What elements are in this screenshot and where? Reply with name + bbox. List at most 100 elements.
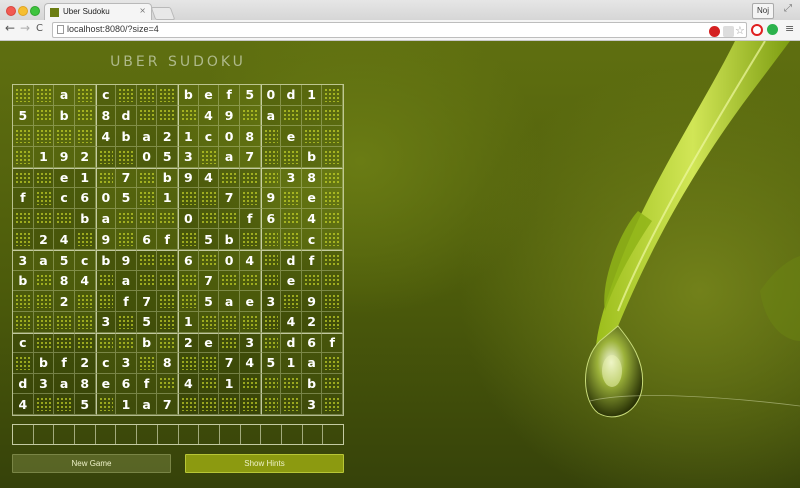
- sudoku-cell[interactable]: [33, 270, 55, 292]
- sudoku-cell[interactable]: [239, 373, 261, 395]
- sudoku-cell[interactable]: c: [95, 353, 117, 374]
- sudoku-cell[interactable]: [322, 146, 343, 168]
- sudoku-cell[interactable]: 5: [198, 291, 220, 312]
- sudoku-cell[interactable]: 2: [33, 229, 55, 250]
- sudoku-cell[interactable]: [178, 105, 199, 127]
- sudoku-cell[interactable]: 8: [239, 126, 261, 147]
- sudoku-cell[interactable]: 3: [116, 353, 137, 374]
- sudoku-cell[interactable]: [260, 394, 282, 415]
- sudoku-cell[interactable]: 9: [54, 146, 75, 168]
- sudoku-cell[interactable]: 7: [219, 188, 240, 209]
- sudoku-cell[interactable]: [95, 332, 117, 354]
- sudoku-cell[interactable]: e: [198, 85, 220, 106]
- sudoku-cell[interactable]: b: [54, 105, 75, 127]
- sudoku-cell[interactable]: [281, 291, 302, 312]
- sudoku-cell[interactable]: 4: [239, 250, 261, 271]
- sudoku-cell[interactable]: c: [198, 126, 220, 147]
- number-input-slot[interactable]: [13, 425, 34, 444]
- sudoku-cell[interactable]: [260, 311, 282, 333]
- new-tab-button[interactable]: [150, 7, 176, 20]
- sudoku-cell[interactable]: [178, 353, 199, 374]
- sudoku-cell[interactable]: [136, 353, 158, 374]
- sudoku-cell[interactable]: [178, 394, 199, 415]
- sudoku-cell[interactable]: 9: [219, 105, 240, 127]
- sudoku-cell[interactable]: 4: [95, 126, 117, 147]
- sudoku-cell[interactable]: [239, 270, 261, 292]
- sudoku-cell[interactable]: [95, 291, 117, 312]
- sudoku-cell[interactable]: [260, 126, 282, 147]
- sudoku-cell[interactable]: [281, 146, 302, 168]
- sudoku-cell[interactable]: 1: [178, 311, 199, 333]
- sudoku-cell[interactable]: f: [219, 85, 240, 106]
- sudoku-cell[interactable]: 3: [281, 167, 302, 189]
- sudoku-cell[interactable]: [157, 311, 178, 333]
- sudoku-cell[interactable]: [33, 188, 55, 209]
- sudoku-cell[interactable]: f: [239, 208, 261, 230]
- sudoku-cell[interactable]: 3: [33, 373, 55, 395]
- address-bar[interactable]: localhost:8080/?size=4 ☆: [52, 22, 747, 38]
- sudoku-cell[interactable]: [198, 311, 220, 333]
- number-input-slot[interactable]: [179, 425, 200, 444]
- sudoku-cell[interactable]: [260, 146, 282, 168]
- sudoku-cell[interactable]: a: [54, 85, 75, 106]
- sudoku-cell[interactable]: a: [116, 270, 137, 292]
- sudoku-cell[interactable]: [219, 167, 240, 189]
- sudoku-cell[interactable]: [301, 270, 323, 292]
- sudoku-cell[interactable]: [322, 105, 343, 127]
- sudoku-cell[interactable]: 1: [301, 85, 323, 106]
- sudoku-cell[interactable]: [54, 394, 75, 415]
- number-input-slot[interactable]: [323, 425, 343, 444]
- sudoku-cell[interactable]: [13, 126, 34, 147]
- number-input-slot[interactable]: [303, 425, 324, 444]
- sudoku-cell[interactable]: 6: [116, 373, 137, 395]
- sudoku-cell[interactable]: [136, 188, 158, 209]
- sudoku-cell[interactable]: [198, 146, 220, 168]
- bookmark-star-icon[interactable]: ☆: [735, 24, 745, 37]
- sudoku-cell[interactable]: a: [136, 394, 158, 415]
- browser-tab[interactable]: Uber Sudoku ×: [44, 3, 152, 21]
- sudoku-cell[interactable]: [74, 126, 96, 147]
- sudoku-cell[interactable]: [322, 353, 343, 374]
- sudoku-cell[interactable]: [157, 250, 178, 271]
- sudoku-cell[interactable]: d: [281, 250, 302, 271]
- sudoku-cell[interactable]: b: [301, 146, 323, 168]
- sudoku-cell[interactable]: 2: [301, 311, 323, 333]
- sudoku-cell[interactable]: [74, 105, 96, 127]
- sudoku-cell[interactable]: 5: [239, 85, 261, 106]
- sudoku-cell[interactable]: d: [116, 105, 137, 127]
- sudoku-cell[interactable]: [322, 167, 343, 189]
- number-input-slot[interactable]: [96, 425, 117, 444]
- menu-icon[interactable]: ≡: [785, 22, 794, 35]
- sudoku-cell[interactable]: b: [116, 126, 137, 147]
- sudoku-cell[interactable]: 3: [178, 146, 199, 168]
- sudoku-cell[interactable]: 4: [198, 167, 220, 189]
- sudoku-cell[interactable]: 7: [136, 291, 158, 312]
- sudoku-cell[interactable]: 9: [178, 167, 199, 189]
- sudoku-cell[interactable]: f: [301, 250, 323, 271]
- sudoku-cell[interactable]: 9: [116, 250, 137, 271]
- sudoku-cell[interactable]: [33, 394, 55, 415]
- sudoku-cell[interactable]: 1: [219, 373, 240, 395]
- sudoku-cell[interactable]: [54, 311, 75, 333]
- sudoku-cell[interactable]: a: [136, 126, 158, 147]
- sudoku-cell[interactable]: b: [301, 373, 323, 395]
- sudoku-cell[interactable]: 5: [54, 250, 75, 271]
- sudoku-cell[interactable]: c: [95, 85, 117, 106]
- sudoku-cell[interactable]: [74, 229, 96, 250]
- sudoku-cell[interactable]: [74, 291, 96, 312]
- sudoku-cell[interactable]: [95, 394, 117, 415]
- sudoku-cell[interactable]: [136, 250, 158, 271]
- sudoku-cell[interactable]: [116, 311, 137, 333]
- sudoku-cell[interactable]: [322, 126, 343, 147]
- sudoku-cell[interactable]: [13, 167, 34, 189]
- sudoku-cell[interactable]: [239, 311, 261, 333]
- sudoku-cell[interactable]: [13, 291, 34, 312]
- sudoku-cell[interactable]: b: [219, 229, 240, 250]
- sudoku-cell[interactable]: [260, 373, 282, 395]
- sudoku-cell[interactable]: 7: [116, 167, 137, 189]
- sudoku-cell[interactable]: 4: [13, 394, 34, 415]
- sudoku-cell[interactable]: [116, 229, 137, 250]
- number-input-slot[interactable]: [137, 425, 158, 444]
- sudoku-cell[interactable]: d: [13, 373, 34, 395]
- sudoku-cell[interactable]: [322, 85, 343, 106]
